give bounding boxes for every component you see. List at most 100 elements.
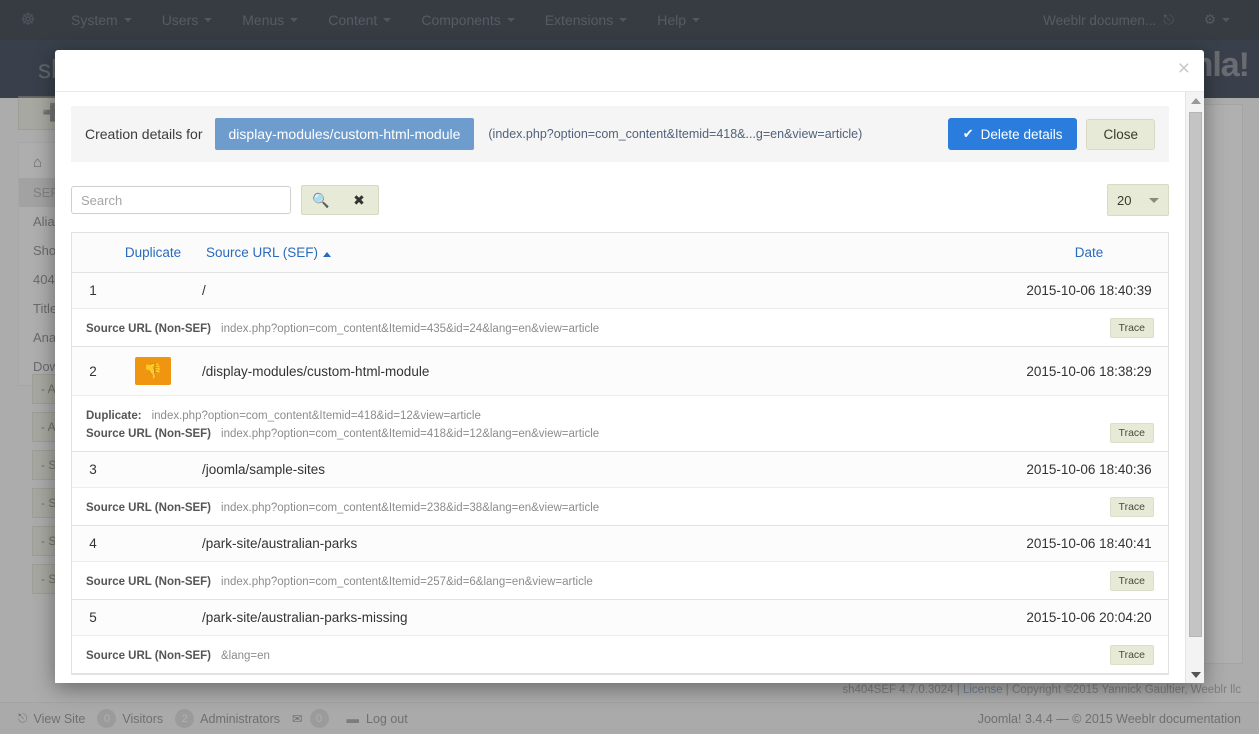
creation-details-bar: Creation details for display-modules/cus… xyxy=(71,106,1169,162)
detail-key: Source URL (Non-SEF) xyxy=(86,576,212,588)
scrollbar-thumb[interactable] xyxy=(1189,112,1202,637)
urls-table: Duplicate Source URL (SEF) Date 1 / 2015… xyxy=(72,233,1168,674)
row-duplicate-cell xyxy=(114,599,192,636)
check-icon: ✔ xyxy=(962,126,974,141)
detail-lines: Source URL (Non-SEF) index.php?option=com… xyxy=(86,496,1110,517)
column-header-date[interactable]: Date xyxy=(1010,233,1168,273)
list-limit-select[interactable]: 20 xyxy=(1107,184,1169,216)
detail-key: Source URL (Non-SEF) xyxy=(86,502,212,514)
table-row[interactable]: 2 👎 /display-modules/custom-html-module … xyxy=(72,346,1168,396)
row-date: 2015-10-06 20:04:20 xyxy=(1010,599,1168,636)
urls-table-body: 1 / 2015-10-06 18:40:39 Source URL (Non-… xyxy=(72,272,1168,674)
detail-value: &lang=en xyxy=(221,650,270,662)
urls-table-wrapper: Duplicate Source URL (SEF) Date 1 / 2015… xyxy=(71,232,1169,675)
creation-details-label: Creation details for xyxy=(85,126,203,142)
search-input[interactable] xyxy=(71,186,291,214)
scroll-down-arrow-icon[interactable] xyxy=(1186,666,1204,683)
close-button[interactable]: Close xyxy=(1086,118,1155,150)
row-date: 2015-10-06 18:40:36 xyxy=(1010,451,1168,488)
row-duplicate-cell: 👎 xyxy=(114,346,192,396)
row-number: 1 xyxy=(72,272,114,309)
row-duplicate-cell xyxy=(114,525,192,562)
row-source-url: /park-site/australian-parks-missing xyxy=(192,599,1010,636)
detail-cell: Duplicate: index.php?option=com_content&I… xyxy=(72,395,1168,452)
table-row[interactable]: 4 /park-site/australian-parks 2015-10-06… xyxy=(72,525,1168,562)
table-detail-row: Source URL (Non-SEF) index.php?option=com… xyxy=(72,561,1168,600)
row-number: 2 xyxy=(72,346,114,396)
trace-button[interactable]: Trace xyxy=(1109,571,1154,591)
detail-value: index.php?option=com_content&Itemid=418&… xyxy=(221,428,600,440)
detail-cell: Source URL (Non-SEF) index.php?option=com… xyxy=(72,561,1168,600)
detail-line: Source URL (Non-SEF) index.php?option=com… xyxy=(86,499,1110,514)
detail-key: Duplicate: xyxy=(86,410,142,422)
detail-line: Duplicate: index.php?option=com_content&I… xyxy=(86,407,1110,422)
list-limit-value: 20 xyxy=(1117,192,1132,208)
row-duplicate-cell xyxy=(114,272,192,309)
detail-cell: Source URL (Non-SEF) &lang=en Trace xyxy=(72,635,1168,674)
delete-details-label: Delete details xyxy=(980,126,1063,142)
trace-button[interactable]: Trace xyxy=(1109,318,1154,338)
row-date: 2015-10-06 18:40:41 xyxy=(1010,525,1168,562)
detail-value: index.php?option=com_content&Itemid=238&… xyxy=(221,502,600,514)
row-date: 2015-10-06 18:40:39 xyxy=(1010,272,1168,309)
row-number: 4 xyxy=(72,525,114,562)
trace-button[interactable]: Trace xyxy=(1109,423,1154,443)
table-detail-row: Source URL (Non-SEF) &lang=en Trace xyxy=(72,635,1168,674)
scroll-up-arrow-icon[interactable] xyxy=(1186,92,1204,109)
modal-body: Creation details for display-modules/cus… xyxy=(55,92,1204,683)
urls-table-head: Duplicate Source URL (SEF) Date xyxy=(72,233,1168,273)
modal-scroll-area: Creation details for display-modules/cus… xyxy=(55,92,1185,683)
close-icon[interactable]: × xyxy=(1178,58,1190,79)
detail-lines: Source URL (Non-SEF) &lang=en xyxy=(86,644,1110,665)
row-source-url: /display-modules/custom-html-module xyxy=(192,346,1010,396)
creation-details-url: (index.php?option=com_content&Itemid=418… xyxy=(488,127,863,141)
trace-button[interactable]: Trace xyxy=(1109,497,1154,517)
row-number: 3 xyxy=(72,451,114,488)
sort-asc-icon xyxy=(323,252,332,257)
thumbs-down-icon[interactable]: 👎 xyxy=(135,357,171,385)
table-header-row: Duplicate Source URL (SEF) Date xyxy=(72,233,1168,273)
row-number: 5 xyxy=(72,599,114,636)
detail-line: Source URL (Non-SEF) index.php?option=com… xyxy=(86,320,1110,335)
search-icon[interactable]: 🔍 xyxy=(302,186,340,214)
table-detail-row: Source URL (Non-SEF) index.php?option=com… xyxy=(72,487,1168,526)
table-detail-row: Duplicate: index.php?option=com_content&I… xyxy=(72,395,1168,452)
modal-scrollbar[interactable] xyxy=(1185,92,1204,683)
row-source-url: / xyxy=(192,272,1010,309)
detail-line: Source URL (Non-SEF) &lang=en xyxy=(86,647,1110,662)
detail-value: index.php?option=com_content&Itemid=435&… xyxy=(221,323,600,335)
detail-lines: Source URL (Non-SEF) index.php?option=com… xyxy=(86,317,1110,338)
column-header-num xyxy=(72,233,114,273)
column-header-source-url[interactable]: Source URL (SEF) xyxy=(192,233,1010,273)
table-toolbar: 🔍 ✖ 20 xyxy=(71,182,1169,218)
detail-key: Source URL (Non-SEF) xyxy=(86,428,212,440)
creation-details-modal: × Creation details for display-modules/c… xyxy=(55,50,1204,683)
table-row[interactable]: 1 / 2015-10-06 18:40:39 xyxy=(72,272,1168,309)
chevron-down-icon xyxy=(1149,197,1159,203)
column-header-source-url-label: Source URL (SEF) xyxy=(206,245,319,260)
delete-details-button[interactable]: ✔ Delete details xyxy=(947,118,1078,150)
detail-cell: Source URL (Non-SEF) index.php?option=com… xyxy=(72,308,1168,347)
detail-value: index.php?option=com_content&Itemid=257&… xyxy=(221,576,593,588)
table-row[interactable]: 3 /joomla/sample-sites 2015-10-06 18:40:… xyxy=(72,451,1168,488)
detail-lines: Duplicate: index.php?option=com_content&I… xyxy=(86,404,1110,443)
column-header-duplicate: Duplicate xyxy=(114,233,192,273)
detail-cell: Source URL (Non-SEF) index.php?option=com… xyxy=(72,487,1168,526)
table-row[interactable]: 5 /park-site/australian-parks-missing 20… xyxy=(72,599,1168,636)
detail-line: Source URL (Non-SEF) index.php?option=com… xyxy=(86,573,1110,588)
row-duplicate-cell xyxy=(114,451,192,488)
modal-header: × xyxy=(55,50,1204,92)
search-buttons-group: 🔍 ✖ xyxy=(301,185,379,215)
creation-details-chip: display-modules/custom-html-module xyxy=(214,118,475,150)
detail-lines: Source URL (Non-SEF) index.php?option=com… xyxy=(86,570,1110,591)
detail-key: Source URL (Non-SEF) xyxy=(86,323,212,335)
row-source-url: /joomla/sample-sites xyxy=(192,451,1010,488)
detail-line: Source URL (Non-SEF) index.php?option=com… xyxy=(86,425,1110,440)
detail-value: index.php?option=com_content&Itemid=418&… xyxy=(151,410,481,422)
trace-button[interactable]: Trace xyxy=(1109,645,1154,665)
row-source-url: /park-site/australian-parks xyxy=(192,525,1010,562)
table-detail-row: Source URL (Non-SEF) index.php?option=com… xyxy=(72,308,1168,347)
clear-icon[interactable]: ✖ xyxy=(340,186,378,214)
row-date: 2015-10-06 18:38:29 xyxy=(1010,346,1168,396)
detail-key: Source URL (Non-SEF) xyxy=(86,650,212,662)
